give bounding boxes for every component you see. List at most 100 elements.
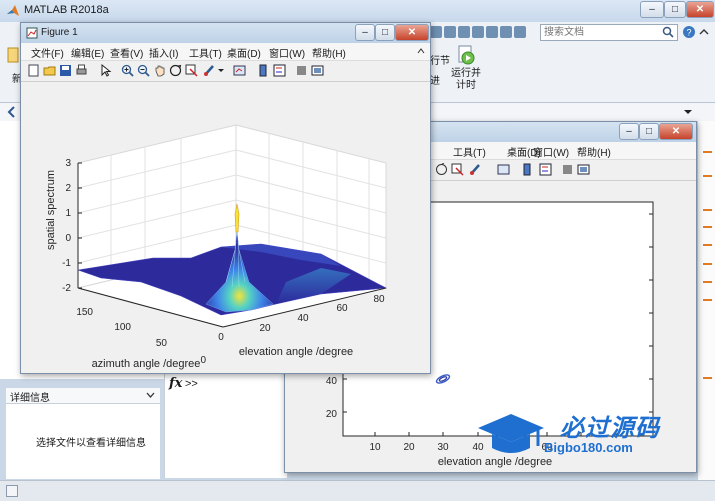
- details-hint: 选择文件以查看详细信息: [36, 438, 146, 449]
- advance-label-partial[interactable]: 进: [430, 72, 440, 87]
- figure-2-minimize-button[interactable]: –: [619, 123, 639, 140]
- new-script-icon[interactable]: [6, 46, 20, 66]
- print-icon[interactable]: [75, 64, 88, 77]
- surface-plot-axes: 3 2 1 0 -1 -2 150 100 50 0 0 20 40 60 80…: [45, 124, 388, 370]
- search-icon[interactable]: [662, 26, 674, 38]
- show-plot-tools-icon[interactable]: [577, 163, 590, 176]
- help-icon[interactable]: ?: [682, 25, 696, 39]
- figure-1-maximize-button[interactable]: □: [375, 24, 395, 41]
- fig2-menu-window[interactable]: 窗口(W): [533, 144, 569, 159]
- z-tick: 2: [65, 183, 71, 194]
- azimuth-tick: 0: [200, 355, 206, 366]
- graduation-cap-icon: [478, 414, 544, 453]
- switch-icon[interactable]: [514, 26, 526, 38]
- command-window[interactable]: fx >>: [164, 374, 287, 478]
- pointer-icon[interactable]: [99, 64, 112, 77]
- search-box[interactable]: [540, 24, 678, 41]
- run-section-label-partial[interactable]: 行节: [430, 52, 450, 67]
- paste-icon[interactable]: [472, 26, 484, 38]
- save-icon[interactable]: [430, 26, 442, 38]
- path-dropdown-icon[interactable]: [683, 107, 693, 117]
- menu-edit[interactable]: 编辑(E): [71, 45, 104, 60]
- rotate-3d-icon[interactable]: [435, 163, 448, 176]
- details-header-label: 详细信息: [10, 393, 50, 404]
- data-cursor-icon[interactable]: [451, 163, 464, 176]
- menu-view[interactable]: 查看(V): [110, 45, 143, 60]
- figure-1-window: Figure 1 – □ ✕ 文件(F) 编辑(E) 查看(V) 插入(I) 工…: [20, 22, 431, 374]
- save-figure-icon[interactable]: [59, 64, 72, 77]
- azimuth-tick: 50: [156, 338, 168, 349]
- undo-icon[interactable]: [486, 26, 498, 38]
- figure-1-minimize-button[interactable]: –: [355, 24, 375, 41]
- redo-icon[interactable]: [500, 26, 512, 38]
- figure-2-maximize-button[interactable]: □: [639, 123, 659, 140]
- open-folder-icon[interactable]: [43, 64, 56, 77]
- close-button[interactable]: ✕: [686, 1, 714, 18]
- zoom-in-icon[interactable]: [121, 64, 134, 77]
- chevron-down-icon[interactable]: [146, 392, 155, 399]
- watermark: 必过源码 Bigbo180.com: [476, 408, 696, 464]
- search-input[interactable]: [541, 25, 659, 39]
- svg-text:?: ?: [686, 28, 691, 38]
- run-and-time-label[interactable]: 运行并 计时: [450, 68, 482, 92]
- z-tick: -1: [62, 258, 71, 269]
- details-panel-header[interactable]: 详细信息: [6, 388, 160, 404]
- colorbar-icon[interactable]: [257, 64, 270, 77]
- status-indicator-icon: [6, 485, 18, 497]
- azimuth-tick: 100: [114, 322, 131, 333]
- fx-icon[interactable]: fx: [169, 376, 182, 391]
- brush-dropdown-icon[interactable]: [217, 64, 225, 77]
- colorbar-icon[interactable]: [521, 163, 534, 176]
- ribbon-collapse-icon[interactable]: [698, 25, 710, 39]
- brush-icon[interactable]: [469, 163, 482, 176]
- watermark-text: 必过源码: [560, 415, 660, 442]
- maximize-button[interactable]: □: [664, 1, 686, 18]
- menu-desktop[interactable]: 桌面(D): [227, 45, 261, 60]
- details-panel: 选择文件以查看详细信息: [6, 404, 160, 479]
- rotate-3d-icon[interactable]: [169, 64, 182, 77]
- menu-dock-icon[interactable]: [417, 48, 425, 54]
- matlab-logo-icon: [7, 5, 19, 16]
- legend-icon[interactable]: [539, 163, 552, 176]
- run-and-time-icon[interactable]: [456, 44, 476, 66]
- data-cursor-icon[interactable]: [185, 64, 198, 77]
- figure-1-close-button[interactable]: ✕: [395, 24, 429, 41]
- menu-file[interactable]: 文件(F): [31, 45, 64, 60]
- back-arrow-icon[interactable]: [6, 106, 20, 118]
- figure-2-close-button[interactable]: ✕: [659, 123, 693, 140]
- cut-icon[interactable]: [444, 26, 456, 38]
- menu-window[interactable]: 窗口(W): [269, 45, 305, 60]
- legend-icon[interactable]: [273, 64, 286, 77]
- watermark-url: Bigbo180.com: [544, 440, 633, 455]
- show-plot-tools-icon[interactable]: [311, 64, 324, 77]
- menu-tools[interactable]: 工具(T): [189, 45, 222, 60]
- y-axis-label: azimuth angle /degree: [92, 358, 201, 370]
- fig2-menu-tools[interactable]: 工具(T): [453, 144, 486, 159]
- z-tick: 1: [65, 208, 71, 219]
- elevation-tick: 80: [373, 294, 385, 305]
- hide-plot-tools-icon[interactable]: [295, 64, 308, 77]
- menu-insert[interactable]: 插入(I): [149, 45, 178, 60]
- link-plot-icon[interactable]: [497, 163, 510, 176]
- quick-access-toolbar: [430, 22, 538, 42]
- zoom-out-icon[interactable]: [137, 64, 150, 77]
- fig2-xtick: 20: [403, 442, 415, 453]
- z-tick: 0: [65, 233, 71, 244]
- new-figure-icon[interactable]: [27, 64, 40, 77]
- figure-1-canvas: 3 2 1 0 -1 -2 150 100 50 0 0 20 40 60 80…: [21, 82, 430, 373]
- pan-hand-icon[interactable]: [153, 64, 166, 77]
- figure-icon: [26, 27, 38, 39]
- link-plot-icon[interactable]: [233, 64, 246, 77]
- copy-icon[interactable]: [458, 26, 470, 38]
- figure-1-titlebar: Figure 1 – □ ✕: [21, 23, 430, 43]
- z-tick: 3: [65, 158, 71, 169]
- hide-plot-tools-icon[interactable]: [561, 163, 574, 176]
- minimize-button[interactable]: –: [640, 1, 664, 18]
- menu-help[interactable]: 帮助(H): [312, 45, 346, 60]
- fig2-menu-help[interactable]: 帮助(H): [577, 144, 611, 159]
- fig2-xtick: 30: [437, 442, 449, 453]
- z-axis-label: spatial spectrum: [45, 170, 57, 250]
- right-side-panel: [697, 121, 715, 501]
- elevation-tick: 40: [297, 313, 309, 324]
- brush-icon[interactable]: [203, 64, 216, 77]
